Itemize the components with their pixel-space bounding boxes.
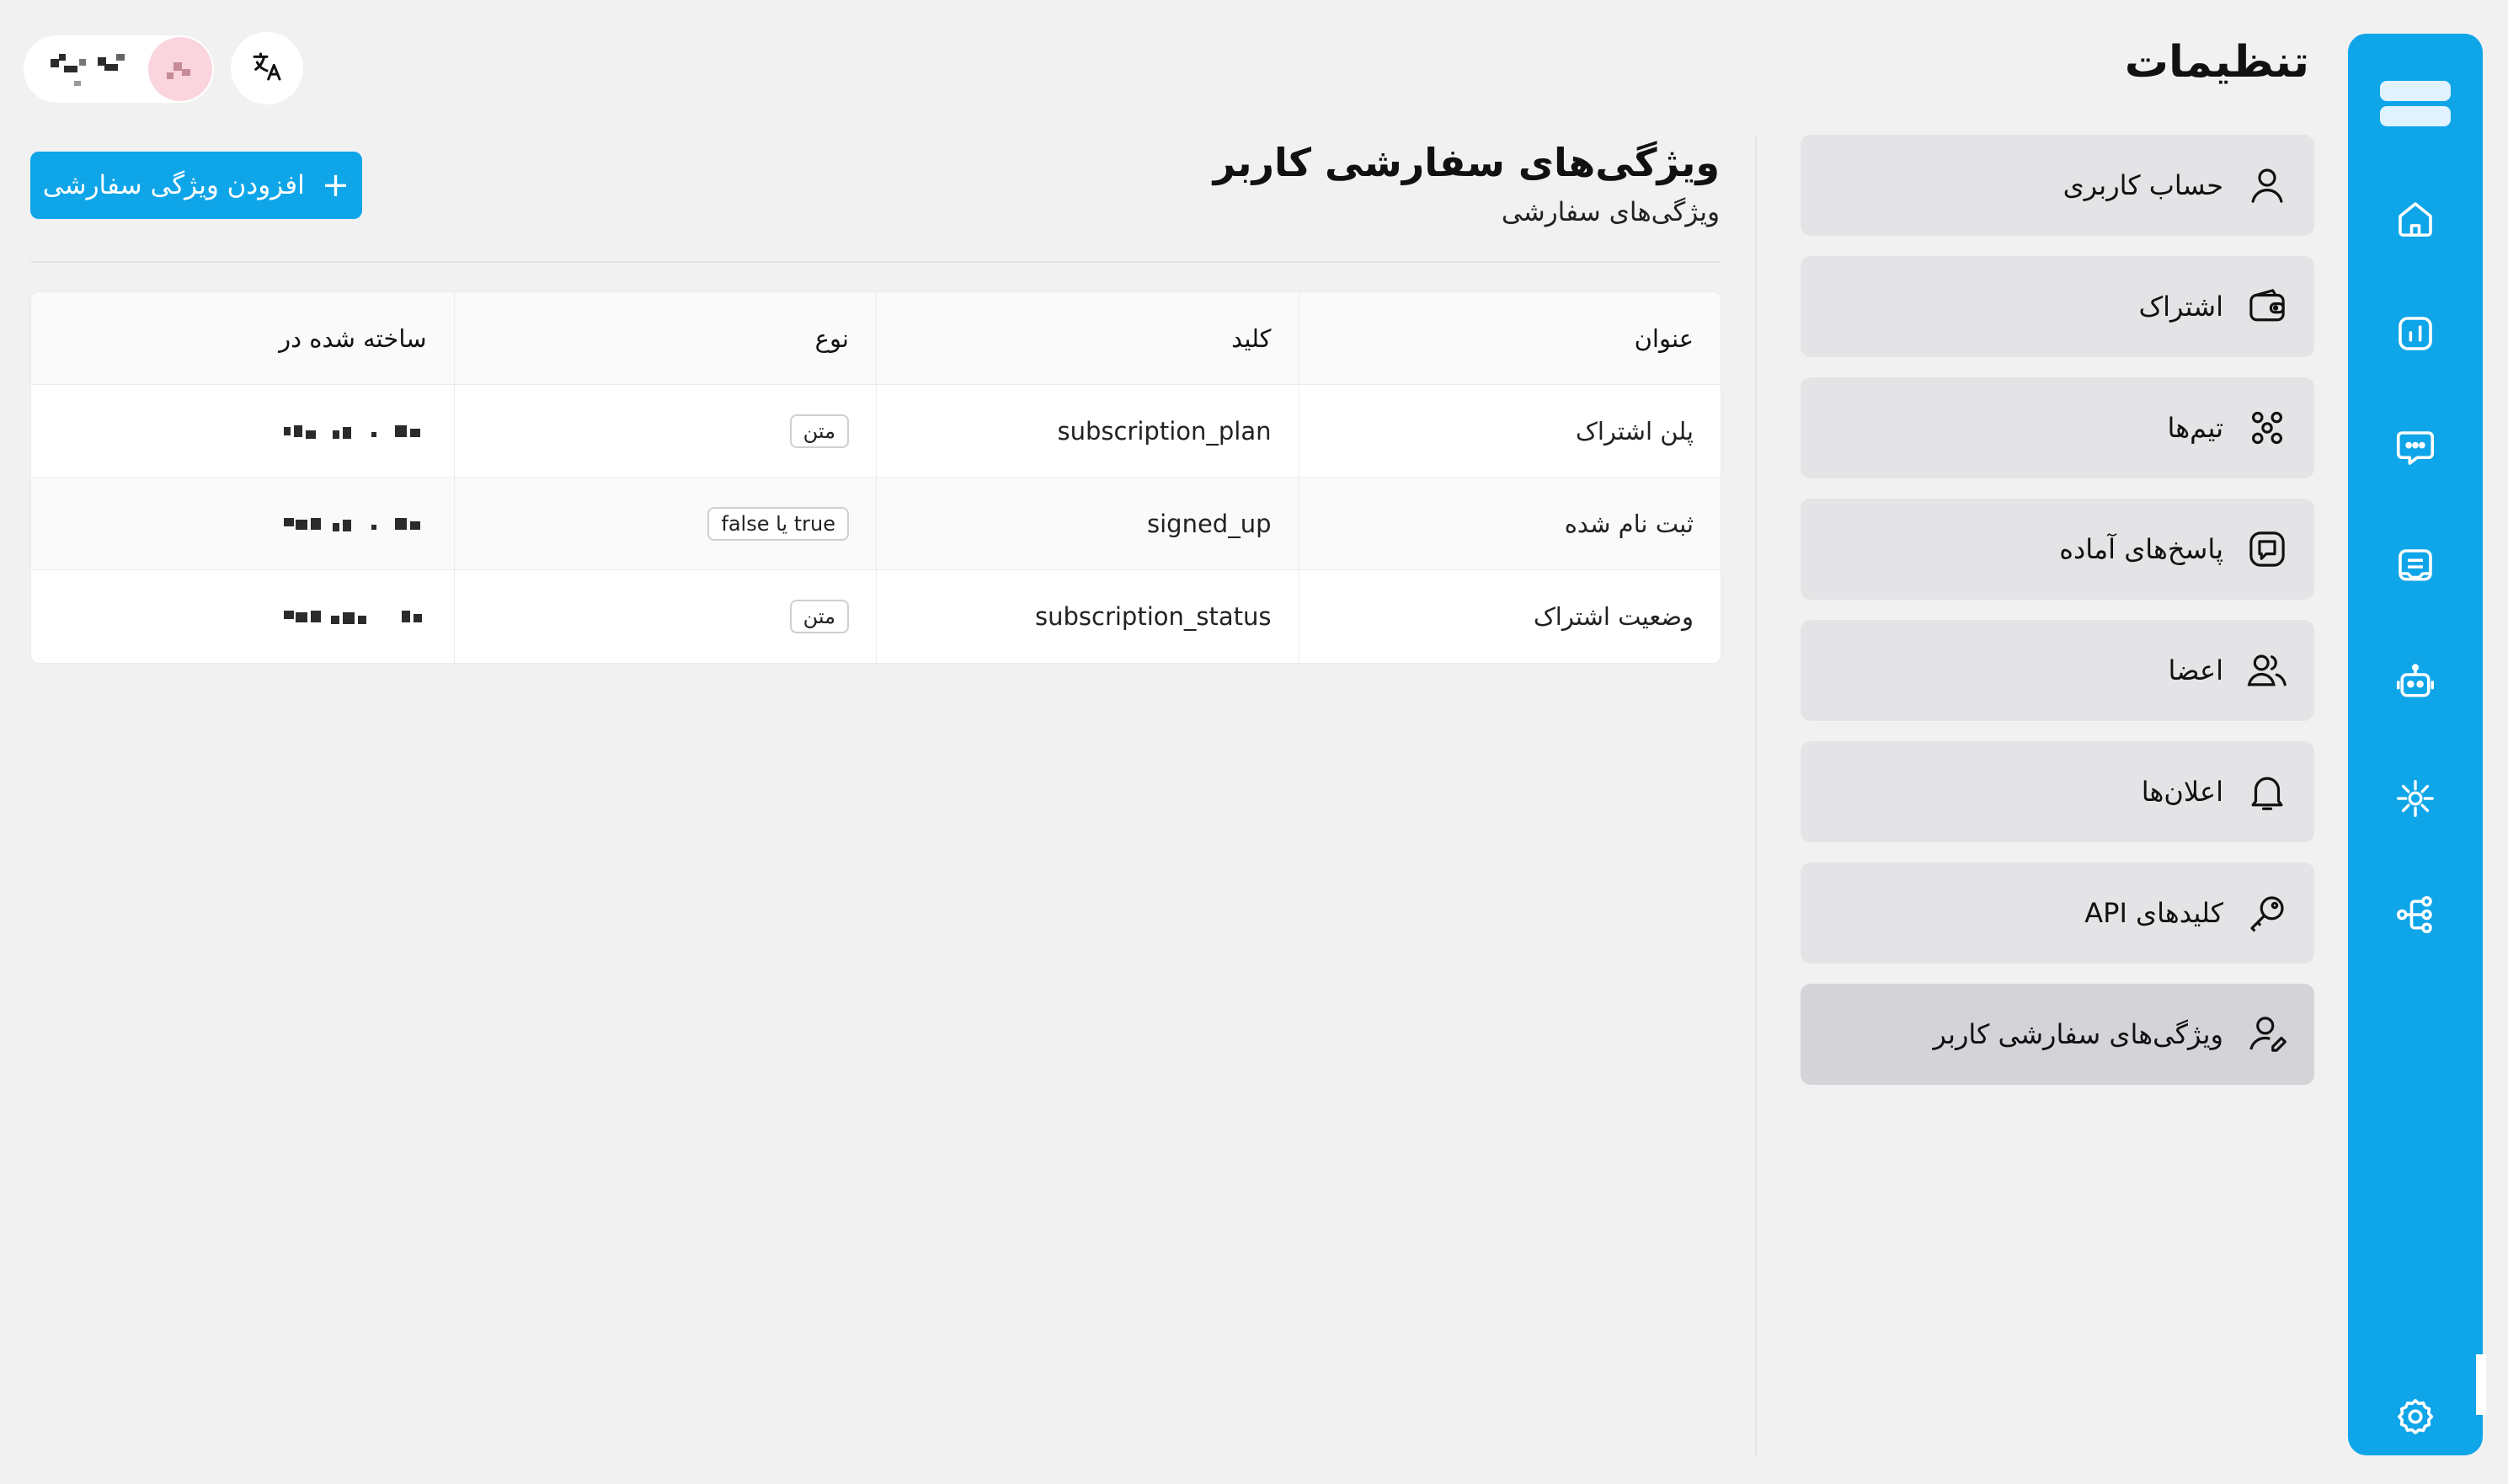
menu-item-subscription[interactable]: اشتراک [1801, 256, 2314, 357]
menu-item-label: پاسخ‌های آماده [2059, 533, 2223, 565]
user-icon [2244, 162, 2291, 209]
attributes-table: عنوان کلید نوع ساخته شده در پلن اشتراک s… [30, 291, 1721, 664]
cell-title: ثبت نام شده [1298, 478, 1721, 569]
cell-created-at [31, 478, 454, 569]
cell-title: پلن اشتراک [1298, 385, 1721, 477]
column-header-title: عنوان [1298, 292, 1721, 384]
menu-item-label: تیم‌ها [2167, 412, 2223, 444]
type-badge: متن [789, 414, 849, 448]
cell-type: متن [453, 570, 877, 663]
home-icon[interactable] [2385, 189, 2446, 249]
vertical-divider [1755, 135, 1757, 1457]
add-button-label: افزودن ویژگی سفارشی [42, 170, 305, 200]
rail-edge [2476, 1354, 2486, 1415]
chat-icon[interactable] [2385, 418, 2446, 478]
menu-item-account[interactable]: حساب کاربری [1801, 135, 2314, 236]
cell-type: متن [453, 385, 877, 477]
cell-type: true یا false [453, 478, 877, 569]
translate-icon [250, 50, 284, 87]
table-header-row: عنوان کلید نوع ساخته شده در [31, 292, 1721, 385]
add-custom-attribute-button[interactable]: + افزودن ویژگی سفارشی [30, 152, 362, 219]
section-subtitle: ویژگی‌های سفارشی [1501, 197, 1720, 227]
menu-item-custom-attributes[interactable]: ویژگی‌های سفارشی کاربر [1801, 984, 2314, 1085]
icon-rail [2348, 34, 2483, 1455]
wallet-icon [2244, 283, 2291, 330]
menu-item-teams[interactable]: تیم‌ها [1801, 377, 2314, 478]
user-edit-icon [2244, 1011, 2291, 1058]
table-row[interactable]: وضعیت اشتراک subscription_status متن [31, 570, 1721, 663]
type-badge: true یا false [707, 506, 849, 541]
settings-icon[interactable] [2385, 1386, 2446, 1447]
menu-item-members[interactable]: اعضا [1801, 620, 2314, 721]
redacted-date [283, 417, 427, 446]
menu-item-label: کلیدهای API [2084, 897, 2223, 929]
table-row[interactable]: ثبت نام شده signed_up true یا false [31, 478, 1721, 570]
canned-response-icon [2244, 526, 2291, 573]
avatar[interactable] [148, 37, 212, 101]
flow-icon[interactable] [2385, 884, 2446, 945]
type-badge: متن [789, 600, 849, 633]
inbox-icon[interactable] [2385, 536, 2446, 596]
cell-created-at [31, 385, 454, 477]
redacted-date [283, 510, 427, 538]
menu-item-canned-responses[interactable]: پاسخ‌های آماده [1801, 499, 2314, 600]
column-header-type: نوع [453, 292, 877, 384]
redacted-date [283, 602, 427, 631]
integration-icon[interactable] [2385, 768, 2446, 829]
menu-item-label: اشتراک [2138, 291, 2223, 323]
bell-icon [2244, 768, 2291, 815]
page-title: تنظیمات [2124, 37, 2309, 88]
column-header-key: کلید [876, 292, 1299, 384]
cell-key: subscription_plan [876, 385, 1299, 477]
members-icon [2244, 647, 2291, 694]
menu-item-notifications[interactable]: اعلان‌ها [1801, 741, 2314, 842]
analytics-icon[interactable] [2385, 303, 2446, 364]
language-button[interactable] [231, 32, 303, 104]
cell-title: وضعیت اشتراک [1298, 570, 1721, 663]
cell-key: signed_up [876, 478, 1299, 569]
table-row[interactable]: پلن اشتراک subscription_plan متن [31, 385, 1721, 478]
menu-item-label: اعضا [2168, 654, 2223, 686]
cell-key: subscription_status [876, 570, 1299, 663]
logo[interactable] [2380, 81, 2451, 128]
header-divider [30, 261, 1721, 263]
menu-item-label: ویژگی‌های سفارشی کاربر [1933, 1018, 2223, 1050]
cell-created-at [31, 570, 454, 663]
menu-item-label: اعلان‌ها [2141, 776, 2223, 808]
column-header-created-at: ساخته شده در [279, 323, 427, 353]
key-icon [2244, 889, 2291, 937]
menu-item-label: حساب کاربری [2062, 169, 2223, 201]
team-icon [2244, 404, 2291, 451]
plus-icon: + [321, 166, 350, 205]
bot-icon[interactable] [2385, 652, 2446, 713]
section-title: ویژگی‌های سفارشی کاربر [1213, 140, 1720, 185]
menu-item-api-keys[interactable]: کلیدهای API [1801, 862, 2314, 964]
